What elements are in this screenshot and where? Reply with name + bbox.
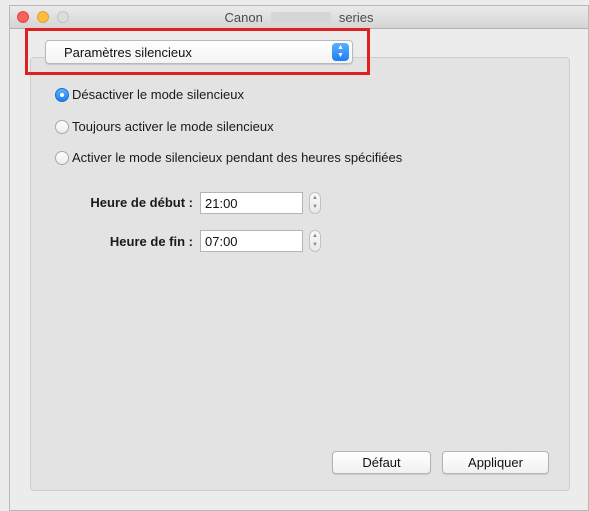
radio-button-checked-icon[interactable] bbox=[55, 87, 69, 102]
default-button[interactable]: Défaut bbox=[332, 451, 431, 474]
dropdown-arrow-up: ▲ bbox=[337, 44, 344, 51]
dropdown-selected-label: Paramètres silencieux bbox=[64, 45, 192, 60]
window-title: Canon series bbox=[10, 6, 588, 28]
stepper-up-icon[interactable]: ▲ bbox=[310, 232, 320, 241]
end-time-field[interactable]: 07:00 bbox=[200, 230, 303, 252]
start-time-stepper[interactable]: ▲ ▼ bbox=[309, 192, 321, 214]
stepper-up-icon[interactable]: ▲ bbox=[310, 194, 320, 203]
radio-label: Toujours activer le mode silencieux bbox=[72, 119, 274, 134]
radio-button-icon[interactable] bbox=[55, 150, 69, 165]
window-title-prefix: Canon bbox=[224, 9, 263, 25]
dropdown-arrow-down: ▼ bbox=[337, 52, 344, 59]
stepper-down-icon[interactable]: ▼ bbox=[310, 203, 320, 212]
radio-disable-quiet-mode[interactable]: Désactiver le mode silencieux bbox=[55, 87, 244, 102]
radio-enable-quiet-mode-specified-hours[interactable]: Activer le mode silencieux pendant des h… bbox=[55, 150, 402, 165]
radio-button-icon[interactable] bbox=[55, 119, 69, 134]
start-time-field[interactable]: 21:00 bbox=[200, 192, 303, 214]
updown-chevron-icon: ▲ ▼ bbox=[332, 43, 349, 61]
redacted-model-name bbox=[270, 12, 331, 22]
radio-label: Désactiver le mode silencieux bbox=[72, 87, 244, 102]
apply-button[interactable]: Appliquer bbox=[442, 451, 549, 474]
radio-label: Activer le mode silencieux pendant des h… bbox=[72, 150, 403, 165]
window-title-suffix: series bbox=[338, 9, 374, 25]
start-time-label: Heure de début : bbox=[90, 195, 193, 210]
radio-always-enable-quiet-mode[interactable]: Toujours activer le mode silencieux bbox=[55, 119, 274, 134]
settings-category-dropdown[interactable]: Paramètres silencieux ▲ ▼ bbox=[45, 40, 353, 64]
end-time-label: Heure de fin : bbox=[109, 234, 193, 249]
title-bar: Canon series bbox=[10, 6, 588, 29]
end-time-stepper[interactable]: ▲ ▼ bbox=[309, 230, 321, 252]
stepper-down-icon[interactable]: ▼ bbox=[310, 241, 320, 250]
